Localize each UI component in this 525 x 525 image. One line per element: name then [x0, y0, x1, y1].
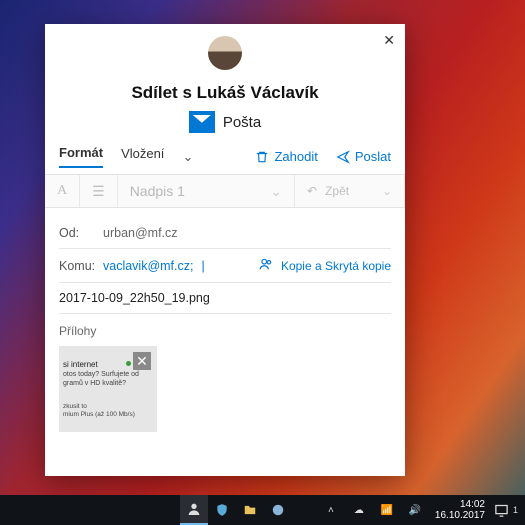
- status-dot-icon: [126, 361, 131, 366]
- undo-icon: ↶: [307, 184, 317, 198]
- tab-format[interactable]: Formát: [59, 145, 103, 168]
- send-label: Poslat: [355, 149, 391, 164]
- from-row: Od: urban@mf.cz: [59, 218, 391, 249]
- style-dropdown[interactable]: Nadpis 1⌄: [118, 175, 295, 207]
- taskbar-app-security[interactable]: [208, 495, 236, 525]
- taskbar-app-folder[interactable]: [236, 495, 264, 525]
- close-icon[interactable]: ✕: [383, 32, 395, 49]
- people-icon[interactable]: [259, 257, 273, 274]
- to-row: Komu: vaclavik@mf.cz; | Kopie a Skrytá k…: [59, 249, 391, 283]
- dialog-header: Sdílet s Lukáš Václavík Pošta: [45, 24, 405, 133]
- chevron-down-icon[interactable]: ⌄: [182, 149, 193, 165]
- thumb-line: otos today? Surfujete od: [63, 370, 153, 379]
- send-button[interactable]: Poslat: [336, 149, 391, 164]
- subject-input[interactable]: 2017-10-09_22h50_19.png: [59, 291, 210, 305]
- cc-bcc-link[interactable]: Kopie a Skrytá kopie: [281, 259, 391, 273]
- action-center-icon[interactable]: [491, 503, 513, 518]
- subject-row[interactable]: 2017-10-09_22h50_19.png: [59, 283, 391, 314]
- avatar: [208, 36, 242, 70]
- tray-up-icon[interactable]: ˄: [317, 495, 345, 525]
- from-label: Od:: [59, 226, 95, 240]
- from-value[interactable]: urban@mf.cz: [103, 226, 178, 240]
- thumb-line: mium Plus (až 100 Mb/s): [63, 411, 153, 419]
- thumb-line: gramů v HD kvalitě?: [63, 379, 153, 388]
- compose-tabs: Formát Vložení ⌄ Zahodit Poslat: [45, 133, 405, 168]
- indent-button[interactable]: ☰: [80, 175, 118, 207]
- taskbar: ˄ ☁ 📶 🔊 14:02 16.10.2017 1: [0, 495, 525, 525]
- notif-badge: 1: [513, 505, 521, 515]
- clock-time: 14:02: [435, 499, 485, 510]
- tray-network-icon[interactable]: 📶: [373, 495, 401, 525]
- discard-button[interactable]: Zahodit: [255, 149, 317, 164]
- format-toolbar: A ☰ Nadpis 1⌄ ↶Zpět⌄: [45, 174, 405, 208]
- dialog-title: Sdílet s Lukáš Václavík: [45, 83, 405, 103]
- text-caret: |: [201, 259, 204, 273]
- send-icon: [336, 150, 350, 164]
- taskbar-app-paint[interactable]: [264, 495, 292, 525]
- discard-label: Zahodit: [274, 149, 317, 164]
- tray-onedrive-icon[interactable]: ☁: [345, 495, 373, 525]
- thumb-line: zkusit to: [63, 403, 153, 411]
- to-input[interactable]: vaclavik@mf.cz;: [103, 259, 193, 273]
- tray-volume-icon[interactable]: 🔊: [401, 495, 429, 525]
- attachments-label: Přílohy: [59, 324, 391, 338]
- remove-attachment-icon[interactable]: ✕: [133, 352, 151, 370]
- trash-icon: [255, 150, 269, 164]
- attachment-thumb[interactable]: ✕ si internet otos today? Surfujete od g…: [59, 346, 157, 432]
- mail-icon: [189, 111, 215, 133]
- header-fields: Od: urban@mf.cz Komu: vaclavik@mf.cz; | …: [45, 208, 405, 314]
- taskbar-clock[interactable]: 14:02 16.10.2017: [429, 499, 491, 521]
- clock-date: 16.10.2017: [435, 510, 485, 521]
- undo-button[interactable]: ↶Zpět⌄: [295, 175, 405, 207]
- taskbar-app-people[interactable]: [180, 495, 208, 525]
- share-dialog: ✕ Sdílet s Lukáš Václavík Pošta Formát V…: [45, 24, 405, 476]
- app-selector[interactable]: Pošta: [45, 111, 405, 133]
- to-label: Komu:: [59, 259, 95, 273]
- tab-insert[interactable]: Vložení: [121, 146, 164, 167]
- attachments-section: Přílohy ✕ si internet otos today? Surfuj…: [45, 314, 405, 432]
- font-color-button[interactable]: A: [45, 175, 80, 207]
- app-name: Pošta: [223, 114, 261, 131]
